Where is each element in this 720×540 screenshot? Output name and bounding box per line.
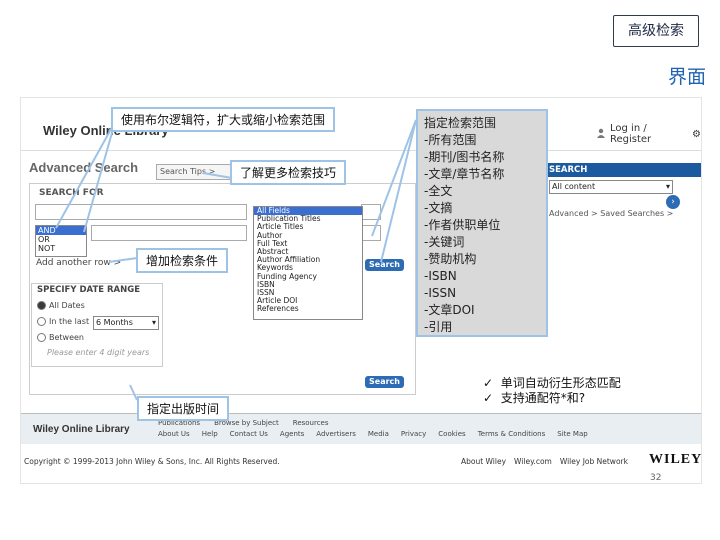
callout-scope: 指定检索范围 -所有范围 -期刊/图书名称 -文章/章节名称 -全文 -文摘 -…	[416, 109, 548, 337]
callout-add-condition: 增加检索条件	[136, 248, 229, 273]
scope-line: -期刊/图书名称	[424, 150, 505, 164]
scope-line: -作者供职单位	[424, 218, 501, 232]
checkmark-icon: ✓	[483, 391, 501, 405]
scope-line: -文章DOI	[424, 303, 475, 317]
check-item: ✓ 单词自动衍生形态匹配	[483, 376, 621, 391]
scope-line: -文摘	[424, 201, 453, 215]
scope-line: -关键词	[424, 235, 465, 249]
checkmark-icon: ✓	[483, 376, 501, 390]
scope-line: -ISSN	[424, 286, 457, 300]
callout-connectors	[55, 119, 417, 401]
callout-boolean: 使用布尔逻辑符，扩大或缩小检索范围	[111, 107, 336, 132]
check-item: ✓ 支持通配符*和?	[483, 391, 621, 406]
feature-checklist: ✓ 单词自动衍生形态匹配 ✓ 支持通配符*和?	[483, 376, 621, 406]
callout-date: 指定出版时间	[137, 396, 230, 421]
scope-line: -引用	[424, 320, 453, 334]
scope-line: -所有范围	[424, 133, 477, 147]
check-text: 支持通配符*和?	[500, 391, 586, 405]
check-text: 单词自动衍生形态匹配	[500, 376, 621, 390]
scope-line: 指定检索范围	[424, 116, 497, 130]
scope-line: -ISBN	[424, 269, 457, 283]
page-number: 32	[650, 473, 662, 483]
callout-tips: 了解更多检索技巧	[230, 160, 347, 185]
scope-line: -赞助机构	[424, 252, 477, 266]
scope-line: -文章/章节名称	[424, 167, 505, 181]
scope-line: -全文	[424, 184, 453, 198]
